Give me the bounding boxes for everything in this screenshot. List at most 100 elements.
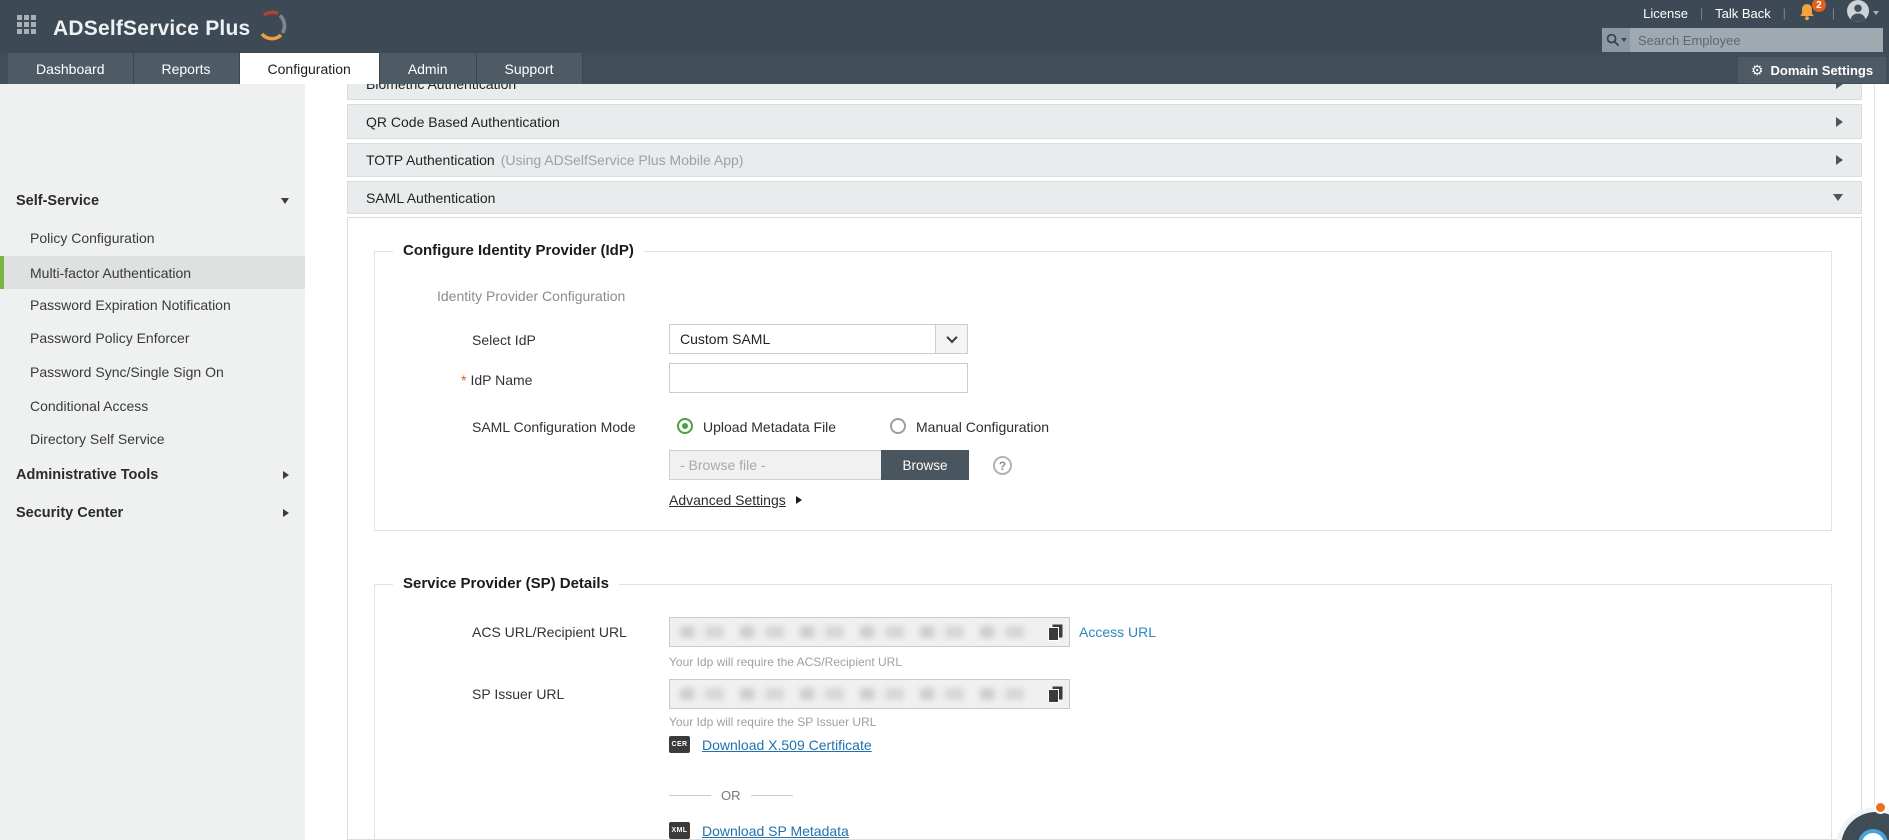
advanced-settings-link[interactable]: Advanced Settings: [669, 492, 802, 508]
search-input[interactable]: [1630, 28, 1883, 52]
chevron-right-icon: [1836, 155, 1843, 165]
divider-line: [669, 795, 711, 796]
select-idp-label: Select IdP: [472, 332, 536, 348]
search-caret-icon: [1621, 38, 1627, 42]
search-icon[interactable]: [1602, 28, 1630, 52]
chevron-right-icon: [796, 496, 802, 504]
metadata-file-input[interactable]: - Browse file -: [669, 450, 881, 480]
chevron-right-icon: [1836, 117, 1843, 127]
content-right-divider: [1874, 84, 1875, 840]
idp-name-label: IdP Name: [470, 372, 532, 388]
file-placeholder: - Browse file -: [680, 457, 766, 473]
issuer-helper-text: Your Idp will require the SP Issuer URL: [669, 715, 876, 729]
chat-icon: [1858, 829, 1888, 840]
configure-idp-fieldset: Configure Identity Provider (IdP) Identi…: [374, 251, 1832, 531]
avatar-caret-icon: [1873, 11, 1879, 15]
left-sidebar: Self-Service Policy Configuration Multi-…: [0, 84, 305, 840]
chat-notification-dot: [1874, 801, 1887, 814]
copy-icon[interactable]: [1048, 624, 1063, 647]
chevron-right-icon: [283, 471, 289, 479]
domain-settings-button[interactable]: ⚙ Domain Settings: [1738, 57, 1886, 83]
saml-mode-label: SAML Configuration Mode: [472, 419, 636, 435]
tab-reports[interactable]: Reports: [134, 53, 240, 84]
chevron-right-icon: [283, 509, 289, 517]
notification-bell-icon[interactable]: 2: [1798, 3, 1820, 23]
idp-subtitle: Identity Provider Configuration: [437, 288, 625, 304]
license-link[interactable]: License: [1643, 6, 1688, 21]
access-url-link[interactable]: Access URL: [1079, 624, 1156, 640]
main-content: Biometric Authentication QR Code Based A…: [305, 84, 1889, 840]
radio-upload-metadata-label[interactable]: Upload Metadata File: [703, 419, 836, 435]
tab-configuration[interactable]: Configuration: [240, 53, 380, 84]
sidebar-item-directory-self-service[interactable]: Directory Self Service: [0, 424, 305, 454]
accordion-row-biometric-authentication[interactable]: Biometric Authentication: [347, 84, 1862, 100]
acs-helper-text: Your Idp will require the ACS/Recipient …: [669, 655, 902, 669]
main-nav-tabbar: Dashboard Reports Configuration Admin Su…: [0, 53, 1889, 84]
or-separator: OR: [669, 785, 819, 805]
tab-support[interactable]: Support: [477, 53, 583, 84]
logo-swirl-icon: [254, 8, 288, 49]
main-nav-tabs: Dashboard Reports Configuration Admin Su…: [8, 53, 583, 84]
header-links: License | Talk Back | 2 |: [1643, 0, 1879, 26]
download-certificate-link[interactable]: CER Download X.509 Certificate: [669, 736, 872, 753]
copy-icon[interactable]: [1048, 686, 1063, 709]
sidebar-item-password-sync-single-sign-on[interactable]: Password Sync/Single Sign On: [0, 357, 305, 387]
saml-authentication-panel: Configure Identity Provider (IdP) Identi…: [347, 217, 1862, 840]
idp-name-input[interactable]: [669, 363, 968, 393]
domain-settings-label: Domain Settings: [1770, 63, 1873, 78]
sidebar-section-administrative-tools[interactable]: Administrative Tools: [0, 463, 305, 487]
radio-manual-configuration-label[interactable]: Manual Configuration: [916, 419, 1049, 435]
tab-admin[interactable]: Admin: [380, 53, 477, 84]
notification-badge: 2: [1812, 0, 1826, 12]
chevron-right-icon: [1836, 84, 1843, 89]
employee-search: [1602, 28, 1883, 52]
acs-url-label: ACS URL/Recipient URL: [472, 624, 627, 640]
cer-file-icon: CER: [669, 736, 690, 753]
dropdown-button[interactable]: [935, 325, 967, 353]
sidebar-section-self-service[interactable]: Self-Service: [0, 189, 305, 213]
sidebar-item-password-policy-enforcer[interactable]: Password Policy Enforcer: [0, 323, 305, 353]
user-menu[interactable]: [1847, 0, 1879, 27]
top-header-bar: ADSelfService Plus License | Talk Back |…: [0, 0, 1889, 53]
sidebar-item-password-expiration-notification[interactable]: Password Expiration Notification: [0, 290, 305, 320]
sp-issuer-field[interactable]: [669, 679, 1070, 709]
redacted-url-value: [680, 626, 1035, 638]
sp-fieldset-title: Service Provider (SP) Details: [393, 575, 619, 592]
accordion-row-totp-authentication[interactable]: TOTP Authentication (Using ADSelfService…: [347, 143, 1862, 177]
idp-name-label-row: *IdP Name: [461, 372, 532, 388]
required-marker: *: [461, 372, 466, 388]
chevron-down-icon: [1833, 194, 1843, 201]
xml-file-icon: XML: [669, 822, 690, 839]
separator: |: [1832, 6, 1835, 20]
product-logo: ADSelfService Plus: [53, 8, 288, 49]
idp-fieldset-title: Configure Identity Provider (IdP): [393, 242, 644, 259]
adselfservice-plus-app: ADSelfService Plus License | Talk Back |…: [0, 0, 1889, 840]
separator: |: [1783, 6, 1786, 20]
gear-icon: ⚙: [1751, 63, 1764, 77]
sp-issuer-label: SP Issuer URL: [472, 686, 564, 702]
select-idp-dropdown[interactable]: Custom SAML: [669, 324, 968, 354]
app-grid-icon[interactable]: [17, 15, 36, 34]
sp-details-fieldset: Service Provider (SP) Details ACS URL/Re…: [374, 584, 1832, 840]
radio-upload-metadata-file[interactable]: [677, 418, 693, 434]
redacted-url-value: [680, 688, 1035, 700]
accordion-row-saml-authentication[interactable]: SAML Authentication: [347, 181, 1862, 214]
radio-manual-configuration[interactable]: [890, 418, 906, 434]
sidebar-section-security-center[interactable]: Security Center: [0, 501, 305, 525]
chevron-down-icon: [946, 332, 957, 343]
browse-button[interactable]: Browse: [881, 450, 969, 480]
help-icon[interactable]: ?: [993, 456, 1012, 475]
separator: |: [1700, 6, 1703, 20]
avatar-icon: [1847, 0, 1869, 27]
chevron-down-icon: [281, 198, 289, 204]
accordion-row-qr-code-authentication[interactable]: QR Code Based Authentication: [347, 104, 1862, 139]
sidebar-item-multi-factor-authentication[interactable]: Multi-factor Authentication: [0, 256, 305, 289]
sidebar-item-policy-configuration[interactable]: Policy Configuration: [0, 223, 305, 253]
tab-dashboard[interactable]: Dashboard: [8, 53, 134, 84]
select-idp-value: Custom SAML: [670, 331, 935, 347]
sidebar-item-conditional-access[interactable]: Conditional Access: [0, 391, 305, 421]
logo-text: ADSelfService Plus: [53, 17, 250, 41]
acs-url-field[interactable]: [669, 617, 1070, 647]
talk-back-link[interactable]: Talk Back: [1715, 6, 1771, 21]
download-sp-metadata-link[interactable]: XML Download SP Metadata: [669, 822, 849, 839]
